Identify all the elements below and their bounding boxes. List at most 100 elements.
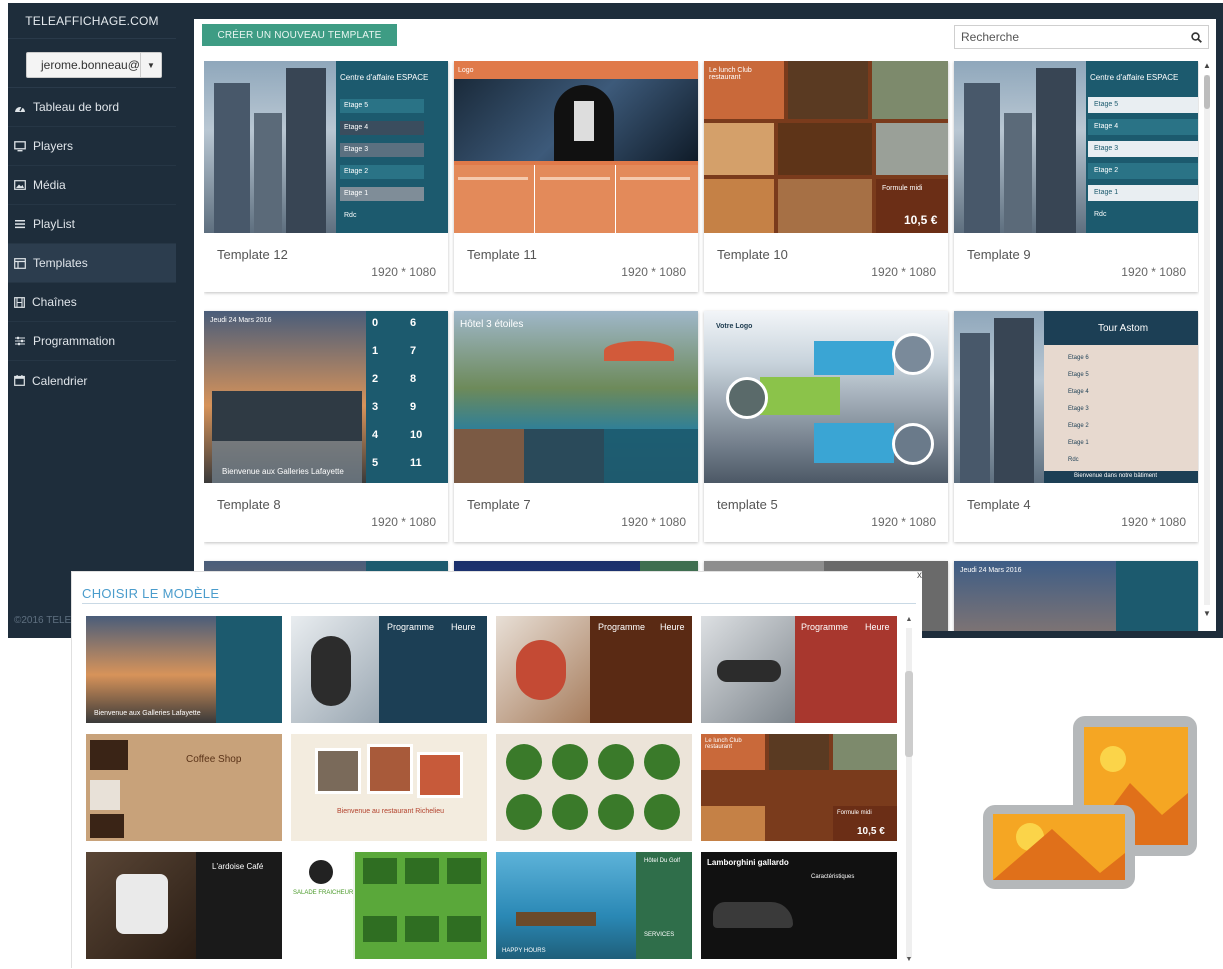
tile-sub: Caractéristiques — [811, 874, 855, 880]
thumb-footer: Bienvenue dans notre bâtiment — [1074, 473, 1158, 479]
scroll-up-icon[interactable]: ▲ — [904, 616, 914, 623]
thumb-row: Etage 2 — [1094, 167, 1119, 174]
template-icon — [14, 257, 26, 269]
template-card[interactable]: Centre d'affaire ESPACE Etage 5 Etage 4 … — [954, 61, 1198, 292]
scroll-up-icon[interactable]: ▲ — [1201, 61, 1213, 70]
template-grid: Centre d'affaire ESPACE Etage 5 Etage 4 … — [204, 61, 1199, 631]
template-card[interactable]: Jeudi 24 Mars 2016 Bienvenue aux Galleri… — [204, 311, 448, 542]
sidebar-item-players[interactable]: Players — [8, 127, 176, 166]
sidebar-item-label: Templates — [33, 256, 88, 270]
modal-template-tile[interactable]: Programme Heure — [701, 616, 897, 723]
photos-icon — [983, 716, 1197, 889]
sidebar-item-label: Média — [33, 178, 66, 192]
template-card[interactable]: Hôtel 3 étoiles Template 7 1920 * 1080 — [454, 311, 698, 542]
template-resolution: 1920 * 1080 — [621, 265, 686, 279]
app-window: TELEAFFICHAGE.COM jerome.bonneau@... ▼ T… — [8, 3, 1223, 638]
tile-heading2: Heure — [451, 622, 476, 632]
modal-template-tile[interactable]: Le lunch Club restaurant Formule midi 10… — [701, 734, 897, 841]
tile-heading: Programme — [598, 622, 646, 632]
tile-heading: Lamborghini gallardo — [707, 858, 789, 867]
brand-title: TELEAFFICHAGE.COM — [8, 3, 176, 39]
user-email: jerome.bonneau@... — [41, 58, 141, 72]
sidebar-item-calendar[interactable]: Calendrier — [8, 361, 176, 400]
search-input[interactable] — [961, 30, 1191, 44]
template-card[interactable]: Logo Template 11 1920 * 1080 — [454, 61, 698, 292]
thumb-title: Hôtel 3 étoiles — [460, 319, 524, 330]
search-box[interactable] — [954, 25, 1209, 49]
main-scrollbar[interactable]: ▲ ▼ — [1201, 61, 1213, 621]
thumb-row: Etage 4 — [1094, 123, 1119, 130]
sidebar-item-templates[interactable]: Templates — [8, 244, 176, 283]
template-card[interactable]: Tour Astom Etage 6 Etage 5 Etage 4 Etage… — [954, 311, 1198, 542]
scroll-thumb[interactable] — [905, 671, 913, 757]
scroll-thumb[interactable] — [1204, 75, 1210, 109]
thumb-row: Etage 1 — [1094, 189, 1119, 196]
thumb-logo: Votre Logo — [716, 323, 753, 330]
image-icon — [14, 180, 26, 190]
template-name: Template 11 — [467, 247, 537, 262]
modal-template-tile[interactable]: Hôtel Du Golf SERVICES HAPPY HOURS — [496, 852, 692, 959]
thumb-row: Etage 2 — [344, 168, 369, 175]
close-icon[interactable]: x — [917, 570, 922, 581]
thumb-date: Jeudi 24 Mars 2016 — [210, 317, 272, 324]
scroll-down-icon[interactable]: ▼ — [1201, 609, 1213, 618]
search-icon[interactable] — [1191, 31, 1202, 43]
thumb-row: Etage 2 — [1068, 423, 1089, 429]
tile-heading2: Heure — [865, 622, 890, 632]
thumb-row: Etage 6 — [1068, 355, 1089, 361]
user-menu-main[interactable]: jerome.bonneau@... — [27, 53, 141, 77]
thumb-row: Rdc — [344, 212, 357, 219]
thumb-row: Etage 3 — [1094, 145, 1119, 152]
modal-template-tile[interactable]: L'ardoise Café — [86, 852, 282, 959]
sidebar-item-label: Tableau de bord — [33, 100, 120, 114]
user-menu-button[interactable]: jerome.bonneau@... ▼ — [26, 52, 162, 78]
sidebar-item-media[interactable]: Média — [8, 166, 176, 205]
sidebar-item-programmation[interactable]: Programmation — [8, 322, 176, 361]
floor-number: 1 — [372, 345, 379, 357]
monitor-icon — [14, 140, 26, 151]
thumb-row: Etage 4 — [1068, 389, 1089, 395]
modal-template-tile[interactable]: Bienvenue au restaurant Richelieu — [291, 734, 487, 841]
list-icon — [15, 220, 25, 229]
scroll-down-icon[interactable]: ▼ — [904, 956, 914, 963]
modal-template-tile[interactable]: Programme Heure — [291, 616, 487, 723]
template-card[interactable]: Le lunch Club restaurant Formule midi 10… — [704, 61, 948, 292]
thumb-row: Etage 5 — [344, 102, 369, 109]
thumb-row: Etage 4 — [344, 124, 369, 131]
modal-template-tile[interactable]: Bienvenue aux Galleries Lafayette — [86, 616, 282, 723]
template-card[interactable]: Votre Logo template 5 1920 * 1080 — [704, 311, 948, 542]
thumb-title: Le lunch Club restaurant — [709, 67, 752, 81]
floor-number: 0 — [372, 317, 379, 329]
thumb-row: Etage 1 — [344, 190, 369, 197]
thumb-row: Etage 3 — [344, 146, 369, 153]
create-template-button[interactable]: CRÉER UN NOUVEAU TEMPLATE — [202, 24, 397, 46]
template-card[interactable]: Jeudi 24 Mars 2016 — [954, 561, 1198, 631]
thumb-formule: Formule midi — [882, 185, 923, 192]
user-menu-wrap: jerome.bonneau@... ▼ — [8, 39, 176, 88]
tile-heading: Coffee Shop — [186, 754, 242, 765]
modal-template-tile[interactable]: Coffee Shop — [86, 734, 282, 841]
tile-heading: SALADE FRAICHEUR — [293, 890, 354, 896]
chevron-down-icon[interactable]: ▼ — [141, 53, 161, 77]
template-thumbnail: Centre d'affaire ESPACE Etage 5 Etage 4 … — [204, 61, 448, 233]
modal-template-tile[interactable] — [496, 734, 692, 841]
sidebar: TELEAFFICHAGE.COM jerome.bonneau@... ▼ T… — [8, 3, 176, 638]
thumb-row: Etage 1 — [1068, 440, 1089, 446]
modal-template-tile[interactable]: Programme Heure — [496, 616, 692, 723]
template-name: Template 9 — [967, 247, 1031, 262]
sidebar-item-dashboard[interactable]: Tableau de bord — [8, 88, 176, 127]
template-thumbnail: Centre d'affaire ESPACE Etage 5 Etage 4 … — [954, 61, 1198, 233]
floor-number: 7 — [410, 345, 417, 357]
tile-sub: SERVICES — [644, 932, 675, 938]
thumb-header: Centre d'affaire ESPACE — [1090, 73, 1179, 82]
modal-template-tile[interactable]: Lamborghini gallardo Caractéristiques — [701, 852, 897, 959]
template-card[interactable]: Centre d'affaire ESPACE Etage 5 Etage 4 … — [204, 61, 448, 292]
scroll-track[interactable] — [1204, 75, 1210, 605]
modal-template-tile[interactable]: SALADE FRAICHEUR — [291, 852, 487, 959]
sidebar-item-playlist[interactable]: PlayList — [8, 205, 176, 244]
sliders-icon — [15, 336, 25, 346]
sidebar-item-channels[interactable]: Chaînes — [8, 283, 176, 322]
thumb-date: Jeudi 24 Mars 2016 — [960, 567, 1022, 574]
sidebar-item-label: Players — [33, 139, 74, 153]
modal-scrollbar[interactable]: ▲ ▼ — [904, 616, 914, 966]
